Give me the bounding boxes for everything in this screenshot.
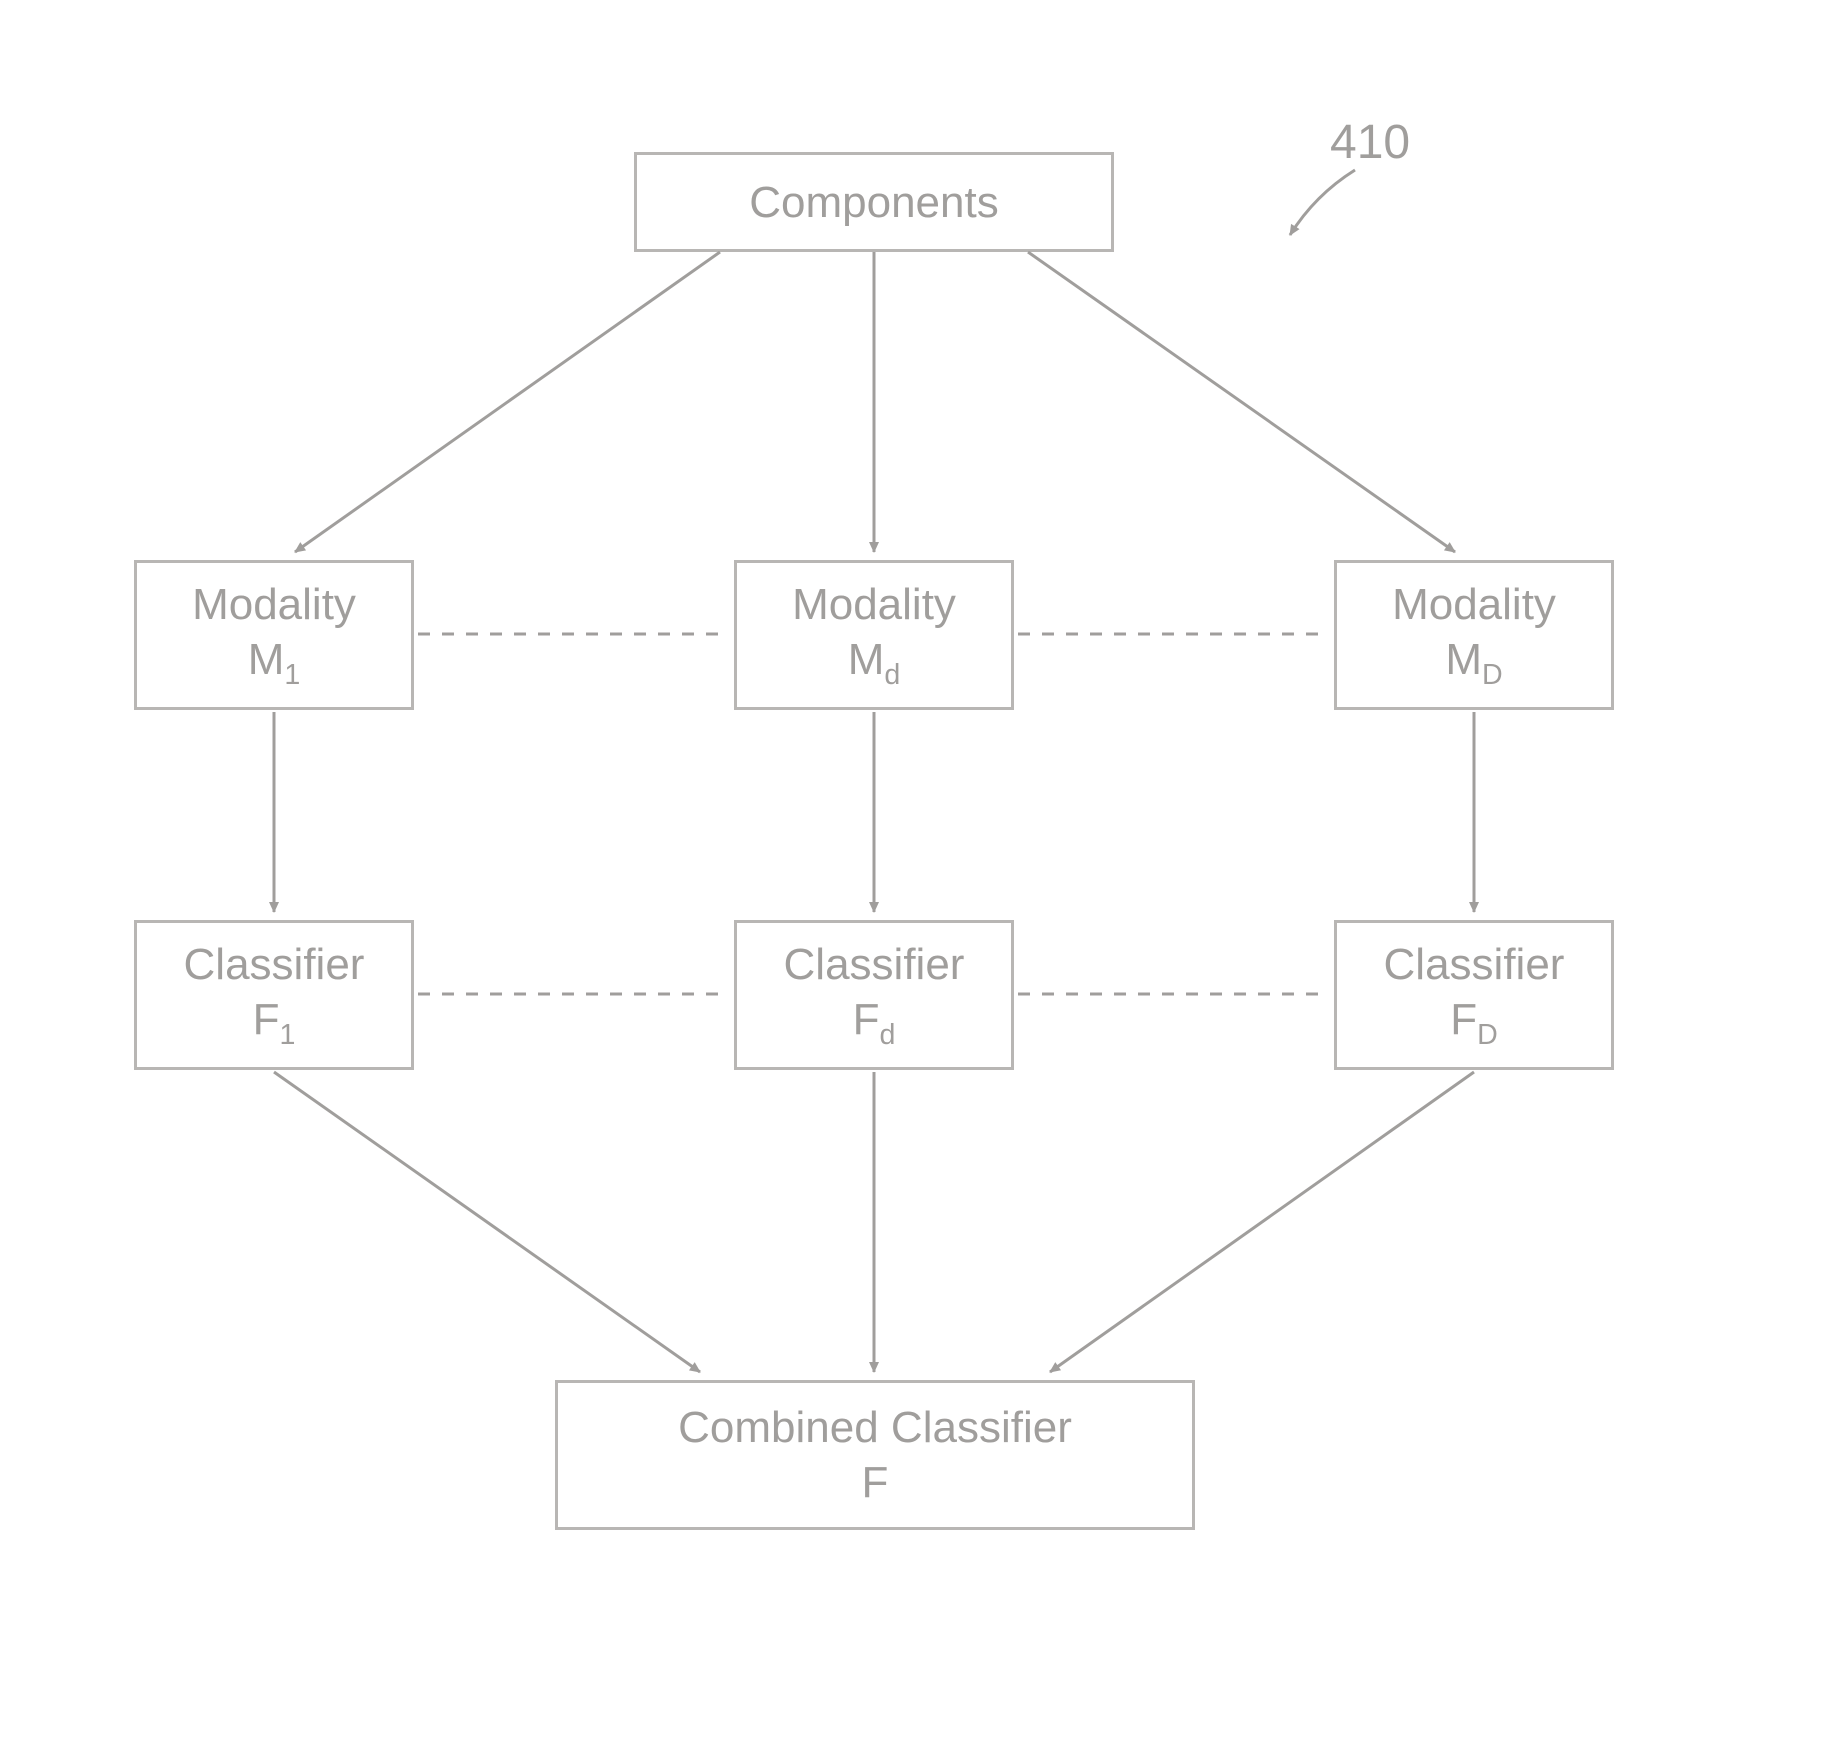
modality-D-box: Modality MD (1334, 560, 1614, 710)
components-box: Components (634, 152, 1114, 252)
combined-classifier-symbol: F (862, 1455, 889, 1510)
arrow-components-to-m1 (295, 252, 720, 552)
modality-d-box: Modality Md (734, 560, 1014, 710)
modality-D-symbol: MD (1445, 632, 1502, 694)
classifier-d-box: Classifier Fd (734, 920, 1014, 1070)
modality-d-symbol: Md (848, 632, 901, 694)
modality-1-symbol: M1 (248, 632, 301, 694)
modality-D-title: Modality (1392, 577, 1556, 632)
ref-pointer (1290, 170, 1355, 235)
modality-1-box: Modality M1 (134, 560, 414, 710)
arrow-fD-to-combined (1050, 1072, 1474, 1372)
classifier-D-symbol: FD (1450, 992, 1498, 1054)
classifier-d-title: Classifier (784, 937, 965, 992)
arrow-components-to-mD (1028, 252, 1455, 552)
modality-1-title: Modality (192, 577, 356, 632)
combined-classifier-box: Combined Classifier F (555, 1380, 1195, 1530)
combined-classifier-title: Combined Classifier (678, 1400, 1072, 1455)
classifier-D-box: Classifier FD (1334, 920, 1614, 1070)
classifier-d-symbol: Fd (853, 992, 896, 1054)
classifier-D-title: Classifier (1384, 937, 1565, 992)
reference-number: 410 (1330, 115, 1410, 170)
classifier-1-box: Classifier F1 (134, 920, 414, 1070)
modality-d-title: Modality (792, 577, 956, 632)
components-label: Components (749, 175, 998, 230)
classifier-1-title: Classifier (184, 937, 365, 992)
arrow-f1-to-combined (274, 1072, 700, 1372)
classifier-1-symbol: F1 (253, 992, 296, 1054)
